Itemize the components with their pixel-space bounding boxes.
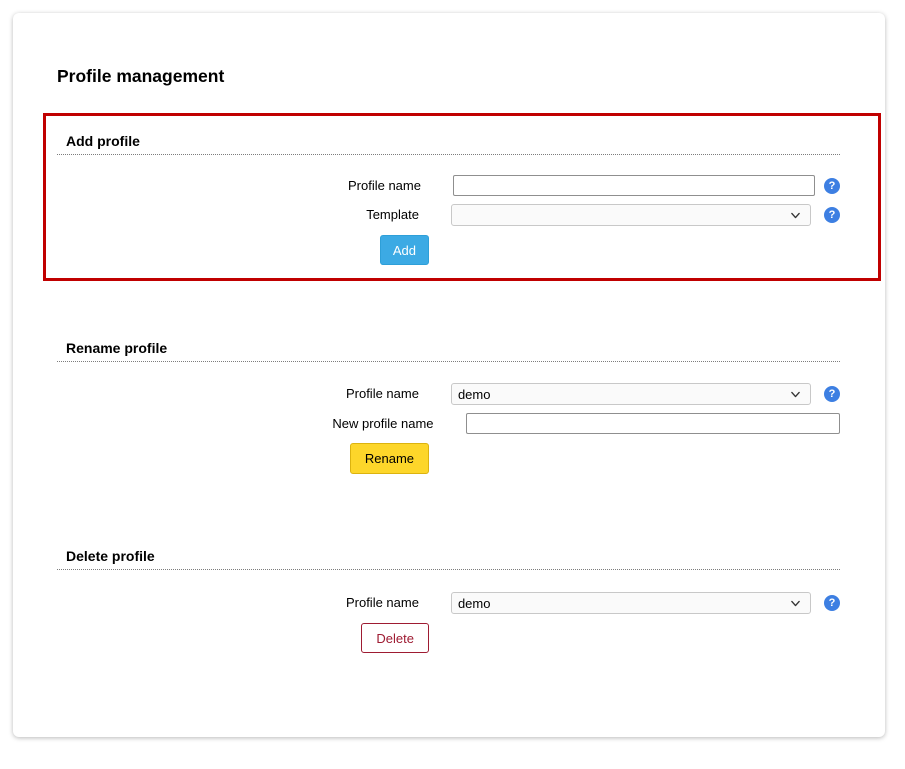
add-template-label: Template (57, 207, 419, 223)
add-profile-heading: Add profile (57, 133, 840, 155)
delete-profile-name-select[interactable]: demo (451, 592, 811, 614)
rename-profile-name-label: Profile name (57, 386, 419, 402)
rename-profile-name-row: Profile name demo ? (57, 383, 840, 405)
rename-new-name-row: New profile name (57, 413, 840, 434)
help-icon[interactable]: ? (824, 386, 840, 402)
help-icon[interactable]: ? (824, 207, 840, 223)
add-button[interactable]: Add (380, 235, 429, 265)
add-template-row: Template ? (57, 204, 840, 226)
rename-profile-heading: Rename profile (57, 340, 840, 362)
section-rename-profile: Rename profile Profile name demo ? New p… (57, 340, 840, 474)
delete-profile-name-label: Profile name (57, 595, 419, 611)
rename-new-name-label: New profile name (57, 416, 434, 432)
delete-profile-name-row: Profile name demo ? (57, 592, 840, 614)
page-title: Profile management (57, 66, 840, 87)
profile-management-panel: Profile management Add profile Profile n… (13, 13, 885, 737)
add-profile-name-label: Profile name (57, 178, 421, 194)
rename-new-name-input[interactable] (466, 413, 841, 434)
add-profile-name-input[interactable] (453, 175, 815, 196)
delete-profile-heading: Delete profile (57, 548, 840, 570)
delete-button[interactable]: Delete (361, 623, 429, 653)
rename-profile-name-select[interactable]: demo (451, 383, 811, 405)
help-icon[interactable]: ? (824, 595, 840, 611)
help-icon[interactable]: ? (824, 178, 840, 194)
rename-button[interactable]: Rename (350, 443, 429, 474)
section-delete-profile: Delete profile Profile name demo ? Delet… (57, 548, 840, 653)
add-profile-name-row: Profile name ? (57, 175, 840, 196)
add-template-select[interactable] (451, 204, 811, 226)
section-add-profile: Add profile Profile name ? Template (57, 133, 840, 265)
